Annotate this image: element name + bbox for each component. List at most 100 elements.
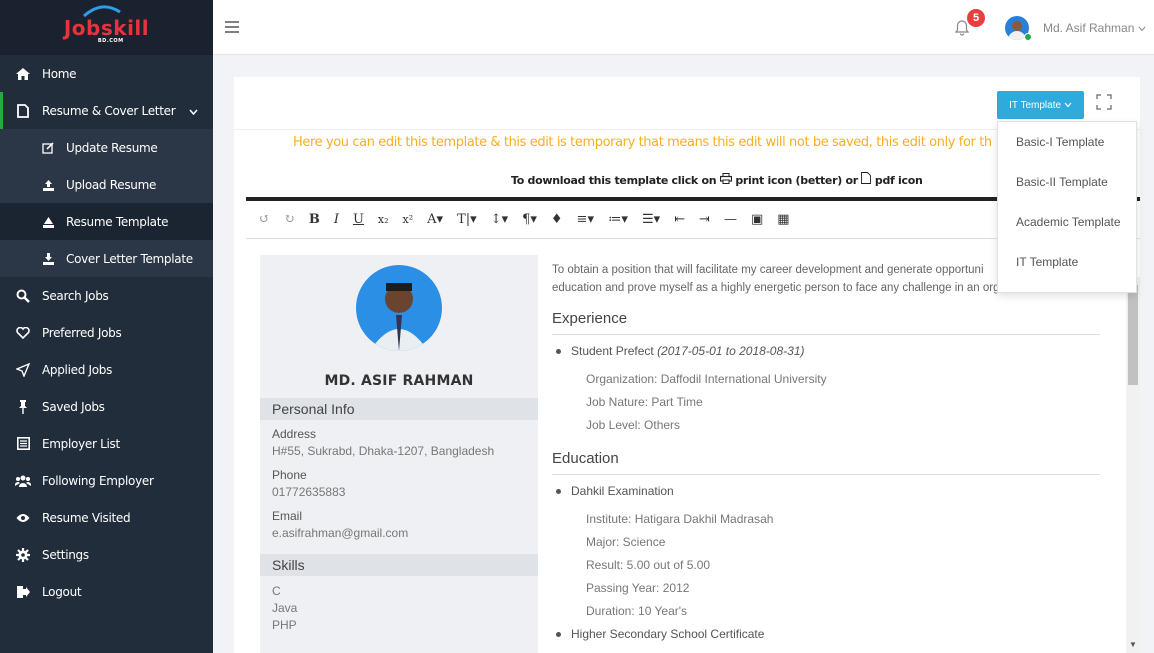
email-value: e.asifrahman@gmail.com [272, 526, 409, 540]
send-icon [10, 362, 36, 377]
upload-icon [40, 179, 56, 191]
align-icon[interactable]: ≡▾ [577, 212, 594, 227]
color-icon[interactable]: ♦ [551, 212, 563, 227]
subscript-icon[interactable]: x₂ [378, 213, 389, 226]
logo-swoosh-icon [82, 4, 121, 17]
heart-icon [10, 326, 36, 339]
skills-title: Skills [260, 554, 538, 576]
list-icon [10, 437, 36, 450]
bell-icon[interactable] [954, 20, 970, 41]
template-select-button[interactable]: IT Template [997, 91, 1084, 119]
sidebar-item-search-jobs[interactable]: Search Jobs [0, 277, 213, 314]
address-value: H#55, Sukrabd, Dhaka-1207, Bangladesh [272, 444, 495, 458]
education-item: Higher Secondary School Certificate [556, 627, 764, 641]
user-menu[interactable]: Md. Asif Rahman [1043, 21, 1146, 35]
experience-title: Experience [552, 310, 628, 327]
ordered-list-icon[interactable]: ≔▾ [608, 212, 628, 227]
download-instructions: To download this template click on print… [511, 172, 923, 187]
phone-label: Phone [272, 468, 307, 482]
fullscreen-icon[interactable] [1096, 94, 1112, 115]
sidebar-item-home[interactable]: Home [0, 55, 213, 92]
education-item: Dahkil Examination [556, 484, 674, 498]
template-icon [40, 216, 56, 228]
dropdown-item-academic[interactable]: Academic Template [998, 202, 1136, 242]
paragraph-icon[interactable]: ¶▾ [522, 212, 537, 227]
image-icon[interactable]: ▣ [751, 212, 763, 227]
gear-icon [10, 547, 36, 562]
dropdown-item-it[interactable]: IT Template [998, 242, 1136, 282]
sidebar-item-employer-list[interactable]: Employer List [0, 425, 213, 462]
table-icon[interactable]: ▦ [777, 212, 789, 227]
sidebar-item-applied-jobs[interactable]: Applied Jobs [0, 351, 213, 388]
education-result: Result: 5.00 out of 5.00 [586, 558, 711, 572]
notification-badge: 5 [967, 9, 985, 27]
redo-icon[interactable]: ↻ [284, 212, 295, 227]
resume-left-column: MD. ASIF RAHMAN Personal Info Address H#… [260, 255, 538, 653]
scroll-thumb[interactable] [1128, 285, 1138, 385]
download-icon [40, 252, 56, 265]
pdf-icon [861, 172, 872, 184]
education-title: Education [552, 450, 619, 467]
edit-notice: Here you can edit this template & this e… [293, 135, 992, 150]
indent-icon[interactable]: ⇥ [699, 212, 710, 227]
underline-icon[interactable]: U [353, 212, 364, 227]
sidebar-item-resume-template[interactable]: Resume Template [0, 203, 213, 240]
address-label: Address [272, 427, 317, 441]
home-icon [10, 67, 36, 80]
logo[interactable]: Jobskill BD.COM [0, 0, 213, 55]
scrollbar[interactable]: ▼ [1126, 277, 1140, 653]
education-institute: Institute: Hatigara Dakhil Madrasah [586, 512, 774, 526]
scroll-down-icon[interactable]: ▼ [1129, 640, 1137, 649]
dropdown-item-basic-1[interactable]: Basic-I Template [998, 122, 1136, 162]
template-dropdown: Basic-I Template Basic-II Template Acade… [997, 121, 1137, 293]
unordered-list-icon[interactable]: ☰▾ [642, 212, 660, 227]
sidebar-item-resume-cover-letter[interactable]: Resume & Cover Letter [0, 92, 213, 129]
eye-icon [10, 513, 36, 523]
experience-item: Student Prefect (2017-05-01 to 2018-08-3… [556, 344, 805, 358]
top-bar: 5 Md. Asif Rahman [213, 0, 1154, 55]
education-major: Major: Science [586, 535, 666, 549]
sidebar-item-settings[interactable]: Settings [0, 536, 213, 573]
hamburger-icon[interactable] [225, 20, 239, 38]
education-duration: Duration: 10 Year's [586, 604, 688, 618]
italic-icon[interactable]: I [334, 212, 339, 227]
online-status-dot [1024, 33, 1032, 41]
email-label: Email [272, 509, 303, 523]
chevron-down-icon [189, 104, 198, 118]
education-passing-year: Passing Year: 2012 [586, 581, 690, 595]
resume-name: MD. ASIF RAHMAN [324, 373, 474, 389]
sidebar-item-logout[interactable]: Logout [0, 573, 213, 610]
sidebar-item-upload-resume[interactable]: Upload Resume [0, 166, 213, 203]
sidebar-item-saved-jobs[interactable]: Saved Jobs [0, 388, 213, 425]
font-size-icon[interactable]: A▾ [427, 212, 443, 227]
chevron-down-icon [1138, 26, 1146, 32]
sidebar-item-cover-letter-template[interactable]: Cover Letter Template [0, 240, 213, 277]
font-family-icon[interactable]: T|▾ [457, 212, 477, 227]
undo-icon[interactable]: ↺ [259, 212, 270, 227]
skill-item: PHP [272, 618, 297, 632]
chevron-down-icon [1064, 102, 1072, 108]
sidebar-item-following-employer[interactable]: Following Employer [0, 462, 213, 499]
profile-photo [356, 265, 442, 351]
horizontal-rule-icon[interactable]: — [724, 212, 737, 227]
experience-job-level: Job Level: Others [586, 418, 681, 432]
resume-content: MD. ASIF RAHMAN Personal Info Address H#… [246, 243, 1126, 653]
logout-icon [10, 585, 36, 599]
sidebar-item-resume-visited[interactable]: Resume Visited [0, 499, 213, 536]
bold-icon[interactable]: B [309, 212, 320, 227]
dropdown-item-basic-2[interactable]: Basic-II Template [998, 162, 1136, 202]
logo-text: Jobskill BD.COM [64, 4, 149, 44]
experience-organization: Organization: Daffodil International Uni… [586, 372, 827, 386]
experience-job-nature: Job Nature: Part Time [586, 395, 703, 409]
superscript-icon[interactable]: x² [403, 213, 414, 226]
line-height-icon[interactable]: ↕▾ [491, 212, 508, 227]
phone-value: 01772635883 [272, 485, 346, 499]
pin-icon [10, 399, 36, 414]
users-icon [10, 475, 36, 487]
skill-item: Java [272, 601, 298, 615]
sidebar-item-preferred-jobs[interactable]: Preferred Jobs [0, 314, 213, 351]
sidebar-item-update-resume[interactable]: Update Resume [0, 129, 213, 166]
print-icon [719, 173, 732, 184]
outdent-icon[interactable]: ⇤ [674, 212, 685, 227]
sidebar: Jobskill BD.COM Home Resume & Cover Lett… [0, 0, 213, 653]
